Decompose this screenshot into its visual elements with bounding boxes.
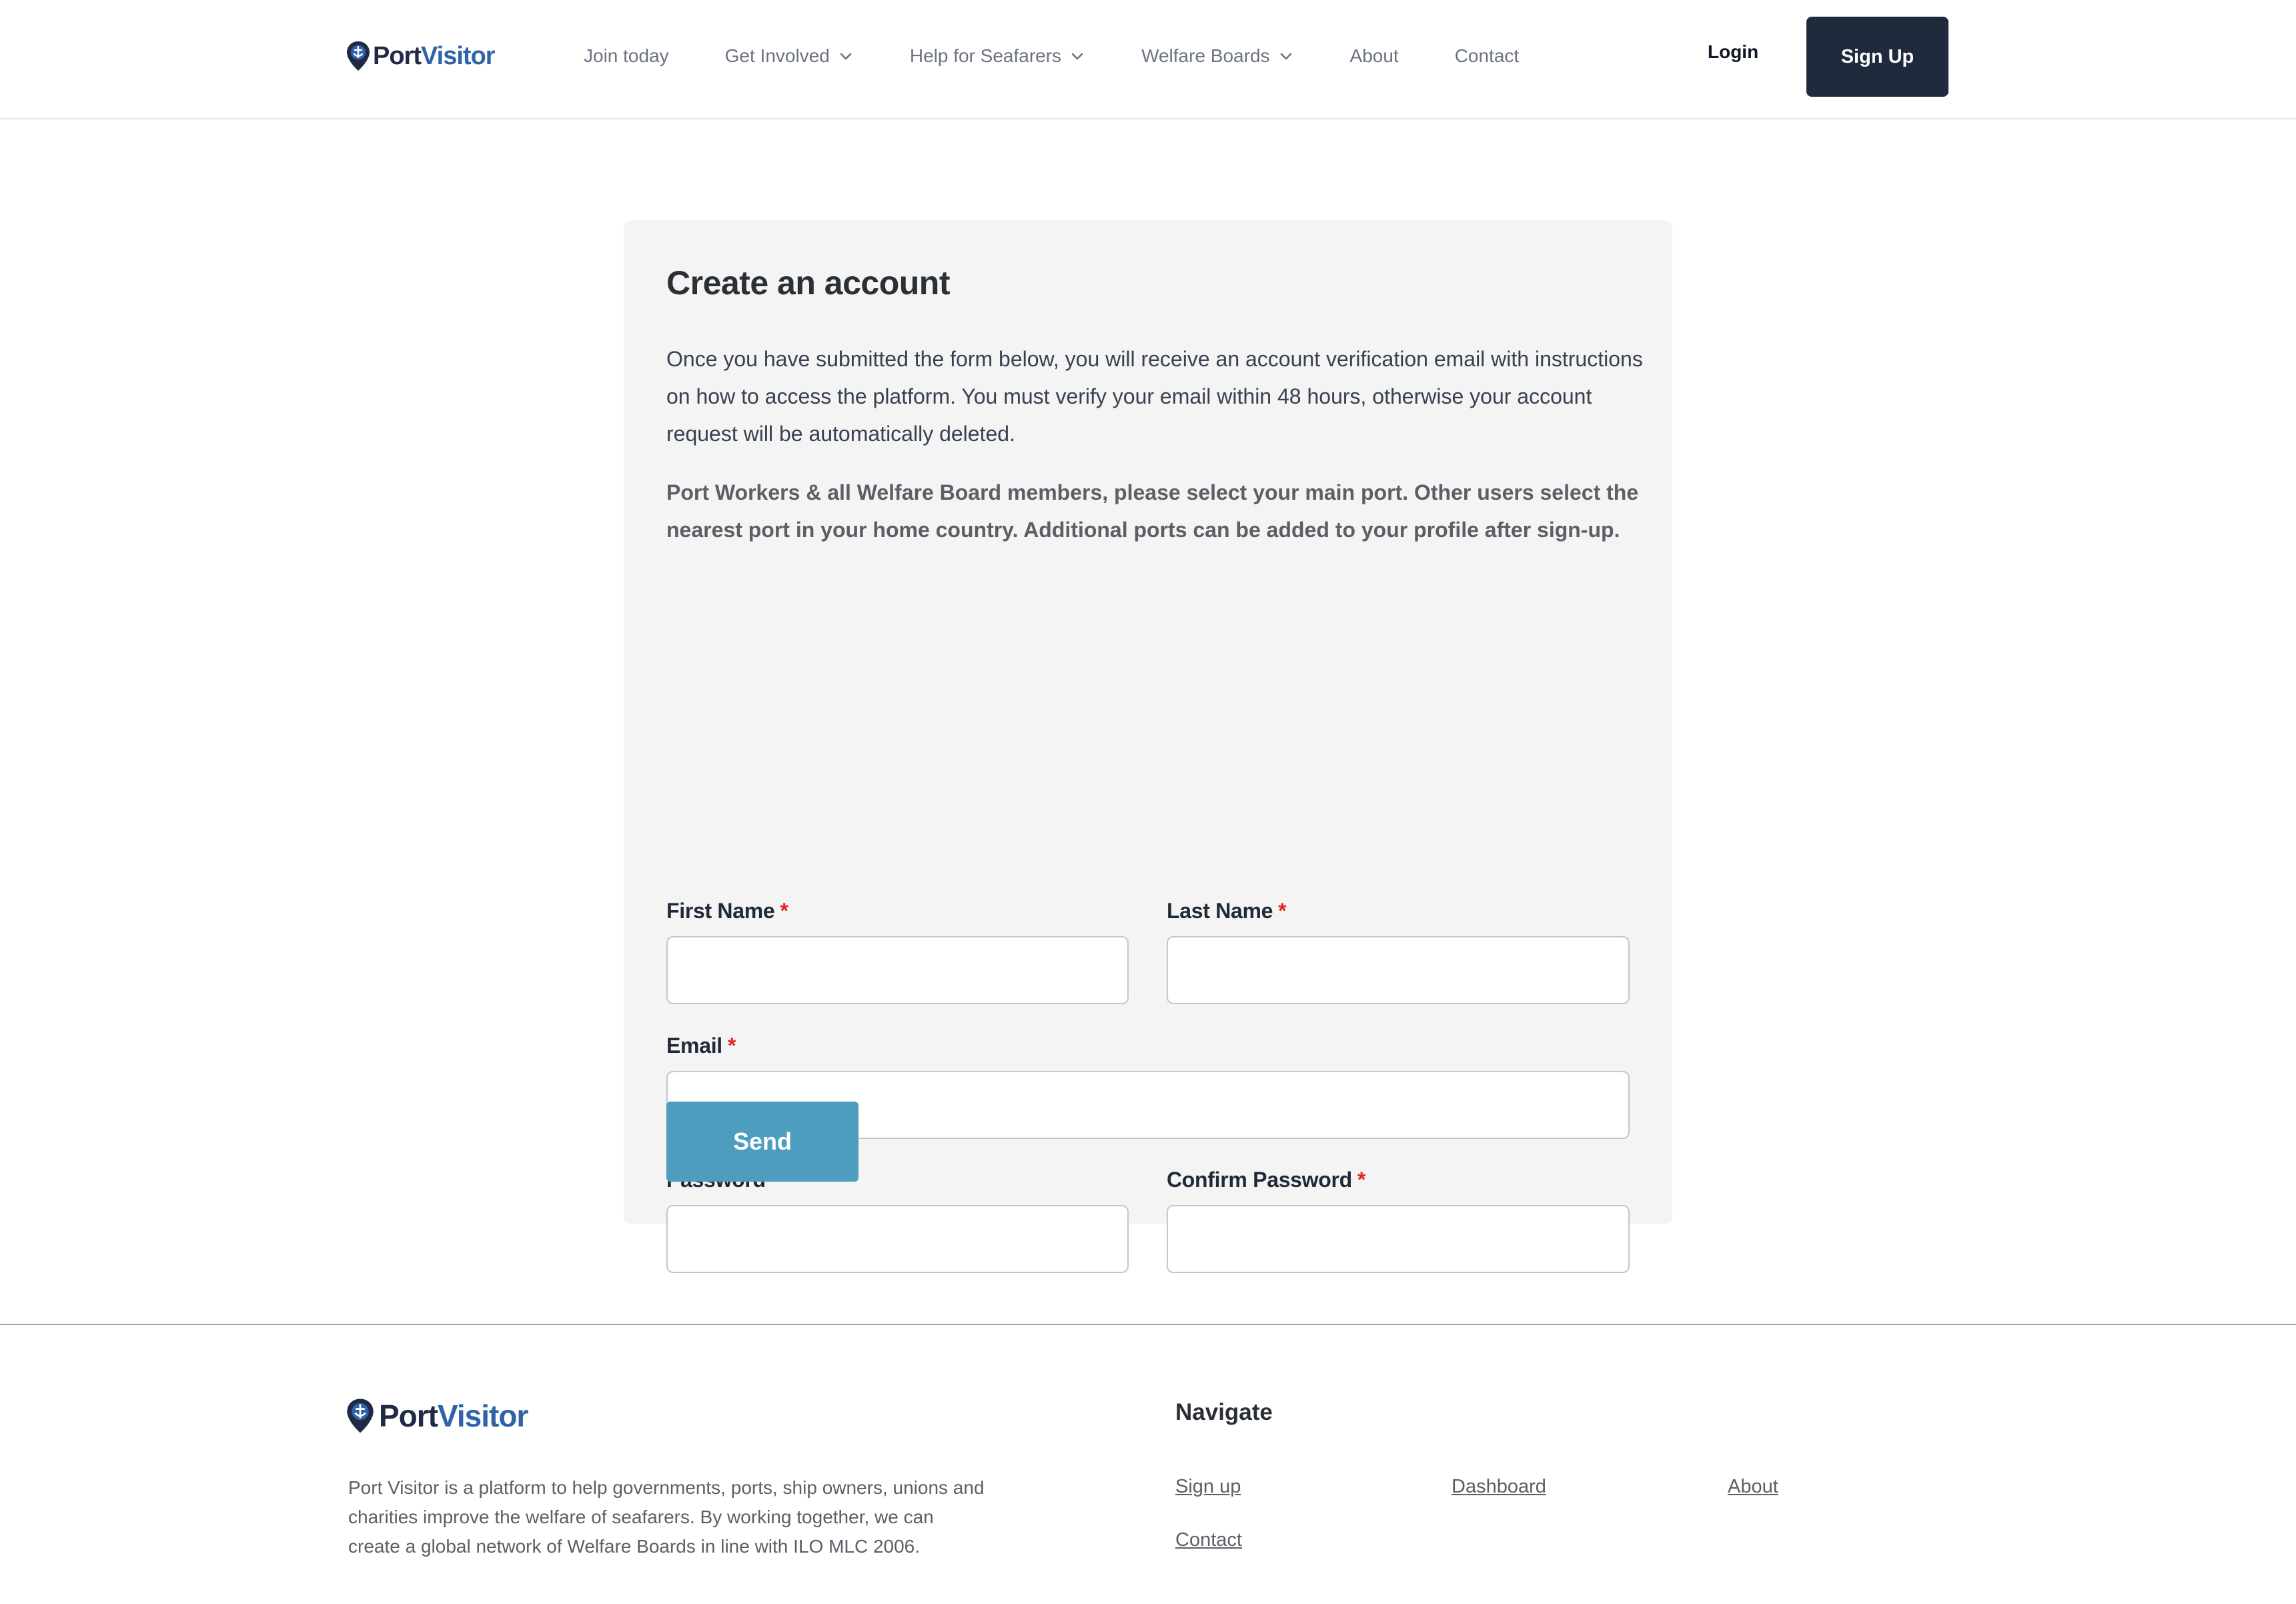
logo-text-visitor: Visitor — [421, 41, 496, 70]
last-name-label: Last Name * — [1167, 899, 1287, 923]
first-name-label: First Name * — [666, 899, 788, 923]
nav-get-involved[interactable]: Get Involved — [725, 45, 854, 67]
footer-link-sign-up[interactable]: Sign up — [1175, 1476, 1241, 1498]
nav-help-for-seafarers[interactable]: Help for Seafarers — [910, 45, 1085, 67]
logo-text-port: Port — [373, 41, 422, 70]
intro-text: Once you have submitted the form below, … — [666, 347, 1643, 446]
nav-get-involved-label: Get Involved — [724, 45, 830, 66]
logo-text-visitor: Visitor — [438, 1398, 528, 1433]
required-marker: * — [727, 1034, 736, 1058]
required-marker: * — [780, 899, 788, 923]
email-label-text: Email — [666, 1034, 722, 1058]
chevron-down-icon — [1071, 53, 1083, 60]
footer-navigate-heading: Navigate — [1175, 1399, 1273, 1425]
first-name-input[interactable] — [666, 936, 1129, 1004]
map-pin-icon — [347, 1398, 374, 1433]
last-name-label-text: Last Name — [1167, 899, 1273, 923]
confirm-password-label-text: Confirm Password — [1167, 1168, 1352, 1192]
footer-link-contact[interactable]: Contact — [1175, 1529, 1242, 1551]
last-name-input[interactable] — [1167, 936, 1630, 1004]
header-logo[interactable]: Port Visitor — [346, 37, 496, 75]
password-input[interactable] — [666, 1205, 1129, 1273]
map-pin-icon — [347, 41, 370, 71]
nav-join-today-label: Join today — [584, 45, 669, 66]
footer-divider — [0, 1324, 2296, 1325]
footer-description: Port Visitor is a platform to help gover… — [348, 1477, 985, 1557]
nav-contact-label: Contact — [1454, 45, 1520, 66]
main-nav: Join today Get Involved Help for Seafare… — [584, 39, 1575, 73]
confirm-password-label: Confirm Password * — [1167, 1168, 1365, 1192]
login-link[interactable]: Login — [1708, 41, 1758, 63]
nav-welfare-boards-label: Welfare Boards — [1141, 45, 1270, 66]
nav-contact[interactable]: Contact — [1455, 45, 1520, 67]
page-title: Create an account — [666, 264, 950, 302]
signup-button[interactable]: Sign Up — [1806, 17, 1948, 97]
chevron-down-icon — [840, 53, 852, 60]
chevron-down-icon — [1280, 53, 1291, 60]
nav-welfare-boards[interactable]: Welfare Boards — [1141, 45, 1293, 67]
nav-help-for-seafarers-label: Help for Seafarers — [909, 45, 1062, 66]
port-selection-notice: Port Workers & all Welfare Board members… — [666, 480, 1639, 542]
nav-about-label: About — [1349, 45, 1399, 66]
footer-link-about[interactable]: About — [1728, 1476, 1778, 1498]
required-marker: * — [1357, 1168, 1366, 1192]
first-name-label-text: First Name — [666, 899, 775, 923]
nav-join-today[interactable]: Join today — [584, 45, 669, 67]
send-button[interactable]: Send — [666, 1102, 858, 1182]
logo-text-port: Port — [379, 1398, 438, 1433]
email-label: Email * — [666, 1034, 736, 1058]
nav-about[interactable]: About — [1350, 45, 1399, 67]
footer-logo[interactable]: Port Visitor — [346, 1394, 528, 1437]
confirm-password-input[interactable] — [1167, 1205, 1630, 1273]
required-marker: * — [1278, 899, 1287, 923]
create-account-card: Create an account Once you have submitte… — [624, 220, 1672, 1273]
site-header: Port Visitor Join today Get Involved Help… — [0, 0, 2296, 119]
footer-link-dashboard[interactable]: Dashboard — [1452, 1476, 1546, 1498]
